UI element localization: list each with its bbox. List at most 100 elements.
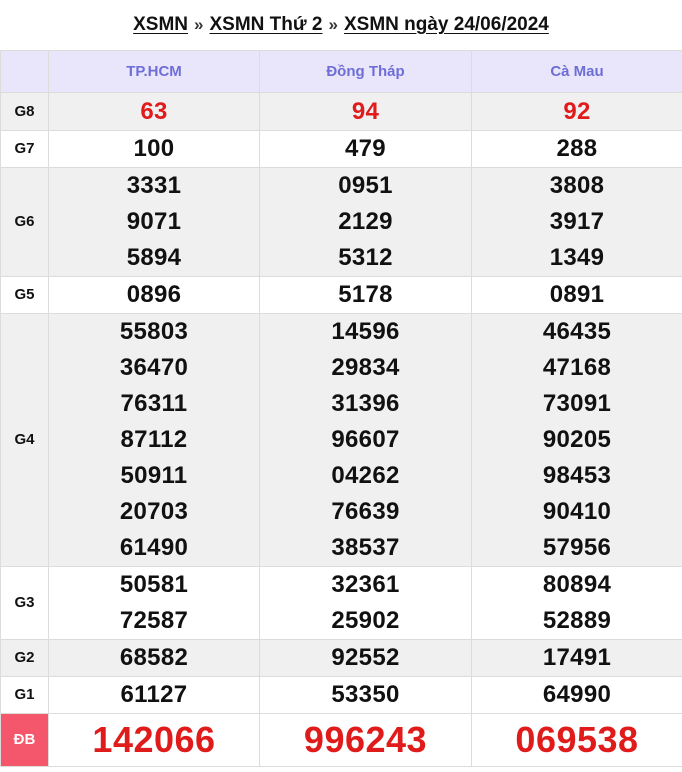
prize-number: 80894 — [542, 571, 612, 598]
prize-label: G1 — [14, 686, 35, 703]
prize-label: G2 — [14, 649, 35, 666]
prize-number: 63 — [140, 97, 168, 125]
prize-label-cell: G3 — [0, 566, 49, 640]
prize-number: 25902 — [331, 607, 400, 634]
prize-number: 38537 — [331, 534, 400, 561]
prize-label: G5 — [14, 286, 35, 303]
prize-label: G6 — [14, 213, 35, 230]
prize-number: 55803 — [119, 318, 189, 345]
prize-cell: 3331 9071 5894 — [48, 167, 260, 277]
province-header-ca-mau[interactable]: Cà Mau — [471, 50, 682, 93]
prize-number: 68582 — [119, 644, 189, 671]
prize-cell: 0951 2129 5312 — [259, 167, 472, 277]
prize-cell: 68582 — [48, 639, 260, 677]
prize-cell: 32361 25902 — [259, 566, 472, 640]
prize-row-g2: G2 68582 92552 17491 — [0, 639, 682, 677]
prize-cell: 069538 — [471, 713, 682, 767]
prize-label: G7 — [14, 140, 35, 157]
prize-number: 98453 — [542, 462, 612, 489]
prize-label-cell: ĐB — [0, 713, 49, 767]
prize-number: 0951 — [338, 172, 393, 199]
prize-row-g4: G4 55803 36470 76311 87112 50911 20703 61490 145… — [0, 313, 682, 567]
prize-number: 3917 — [549, 208, 605, 235]
prize-label-cell: G2 — [0, 639, 49, 677]
prize-number: 47168 — [542, 354, 612, 381]
jackpot-number: 996243 — [303, 719, 428, 760]
breadcrumb-link-xsmn-thu-2[interactable]: XSMN Thứ 2 — [210, 14, 323, 36]
results-table: TP.HCM Đồng Tháp Cà Mau G8 63 94 92 G7 100 479… — [0, 50, 682, 767]
prize-cell: 288 — [471, 130, 682, 168]
prize-number: 32361 — [331, 571, 400, 598]
prize-row-g6: G6 3331 9071 5894 0951 2129 5312 3808 3917 1349 — [0, 167, 682, 277]
prize-cell: 0896 — [48, 276, 260, 314]
jackpot-number: 142066 — [92, 719, 216, 760]
prize-cell: 14596 29834 31396 96607 04262 76639 38537 — [259, 313, 472, 567]
prize-cell: 53350 — [259, 676, 472, 714]
prize-number: 17491 — [542, 644, 612, 671]
prize-number: 3331 — [126, 172, 182, 199]
prize-cell: 996243 — [259, 713, 472, 767]
prize-cell: 55803 36470 76311 87112 50911 20703 61490 — [48, 313, 260, 567]
prize-label-cell: G5 — [0, 276, 49, 314]
prize-cell: 100 — [48, 130, 260, 168]
lottery-results-page: XSMN » XSMN Thứ 2 » XSMN ngày 24/06/2024… — [0, 0, 682, 772]
prize-number: 5894 — [126, 244, 182, 271]
prize-cell: 50581 72587 — [48, 566, 260, 640]
prize-number: 479 — [345, 135, 386, 162]
prize-number: 94 — [351, 97, 380, 125]
prize-number: 288 — [556, 135, 598, 162]
prize-number: 2129 — [338, 208, 393, 235]
jackpot-number: 069538 — [515, 719, 639, 760]
prize-label: G3 — [14, 594, 35, 611]
prize-row-g5: G5 0896 5178 0891 — [0, 276, 682, 314]
breadcrumb-link-xsmn-date[interactable]: XSMN ngày 24/06/2024 — [344, 14, 549, 36]
prize-cell: 17491 — [471, 639, 682, 677]
prize-number: 76639 — [331, 498, 400, 525]
breadcrumb-separator: » — [194, 15, 204, 34]
prize-label-cell: G1 — [0, 676, 49, 714]
prize-row-db: ĐB 142066 996243 069538 — [0, 713, 682, 767]
prize-number: 61127 — [120, 681, 188, 708]
prize-number: 96607 — [331, 426, 400, 453]
prize-row-g1: G1 61127 53350 64990 — [0, 676, 682, 714]
province-header-dong-thap[interactable]: Đồng Tháp — [259, 50, 472, 93]
prize-number: 0896 — [126, 281, 182, 308]
prize-number: 50581 — [119, 571, 189, 598]
province-header-row: TP.HCM Đồng Tháp Cà Mau — [0, 50, 682, 93]
prize-number: 36470 — [119, 354, 189, 381]
prize-number: 29834 — [331, 354, 400, 381]
breadcrumb: XSMN » XSMN Thứ 2 » XSMN ngày 24/06/2024 — [0, 0, 682, 50]
header-corner-cell — [0, 50, 49, 93]
prize-cell: 46435 47168 73091 90205 98453 90410 57956 — [471, 313, 682, 567]
prize-number: 87112 — [120, 426, 188, 453]
breadcrumb-separator: » — [328, 15, 338, 34]
prize-number: 46435 — [542, 318, 612, 345]
prize-number: 90410 — [542, 498, 612, 525]
prize-number: 04262 — [331, 462, 400, 489]
prize-label-cell: G6 — [0, 167, 49, 277]
prize-label: ĐB — [13, 731, 36, 748]
prize-number: 3808 — [549, 172, 605, 199]
prize-row-g7: G7 100 479 288 — [0, 130, 682, 168]
prize-row-g3: G3 50581 72587 32361 25902 80894 52889 — [0, 566, 682, 640]
province-header-tphcm[interactable]: TP.HCM — [48, 50, 260, 93]
prize-label-cell: G8 — [0, 92, 49, 131]
prize-number: 92552 — [331, 644, 400, 671]
prize-number: 20703 — [119, 498, 189, 525]
prize-number: 0891 — [549, 281, 605, 308]
prize-cell: 64990 — [471, 676, 682, 714]
prize-number: 5312 — [338, 244, 393, 271]
breadcrumb-link-xsmn[interactable]: XSMN — [133, 14, 188, 36]
prize-number: 100 — [133, 135, 175, 162]
prize-label: G4 — [14, 431, 35, 448]
prize-number: 76311 — [120, 390, 188, 417]
prize-cell: 479 — [259, 130, 472, 168]
prize-number: 9071 — [126, 208, 182, 235]
prize-cell: 80894 52889 — [471, 566, 682, 640]
prize-label-cell: G4 — [0, 313, 49, 567]
prize-cell: 5178 — [259, 276, 472, 314]
prize-number: 61490 — [119, 534, 189, 561]
prize-number: 64990 — [542, 681, 612, 708]
prize-row-g8: G8 63 94 92 — [0, 92, 682, 131]
prize-number: 14596 — [331, 318, 400, 345]
